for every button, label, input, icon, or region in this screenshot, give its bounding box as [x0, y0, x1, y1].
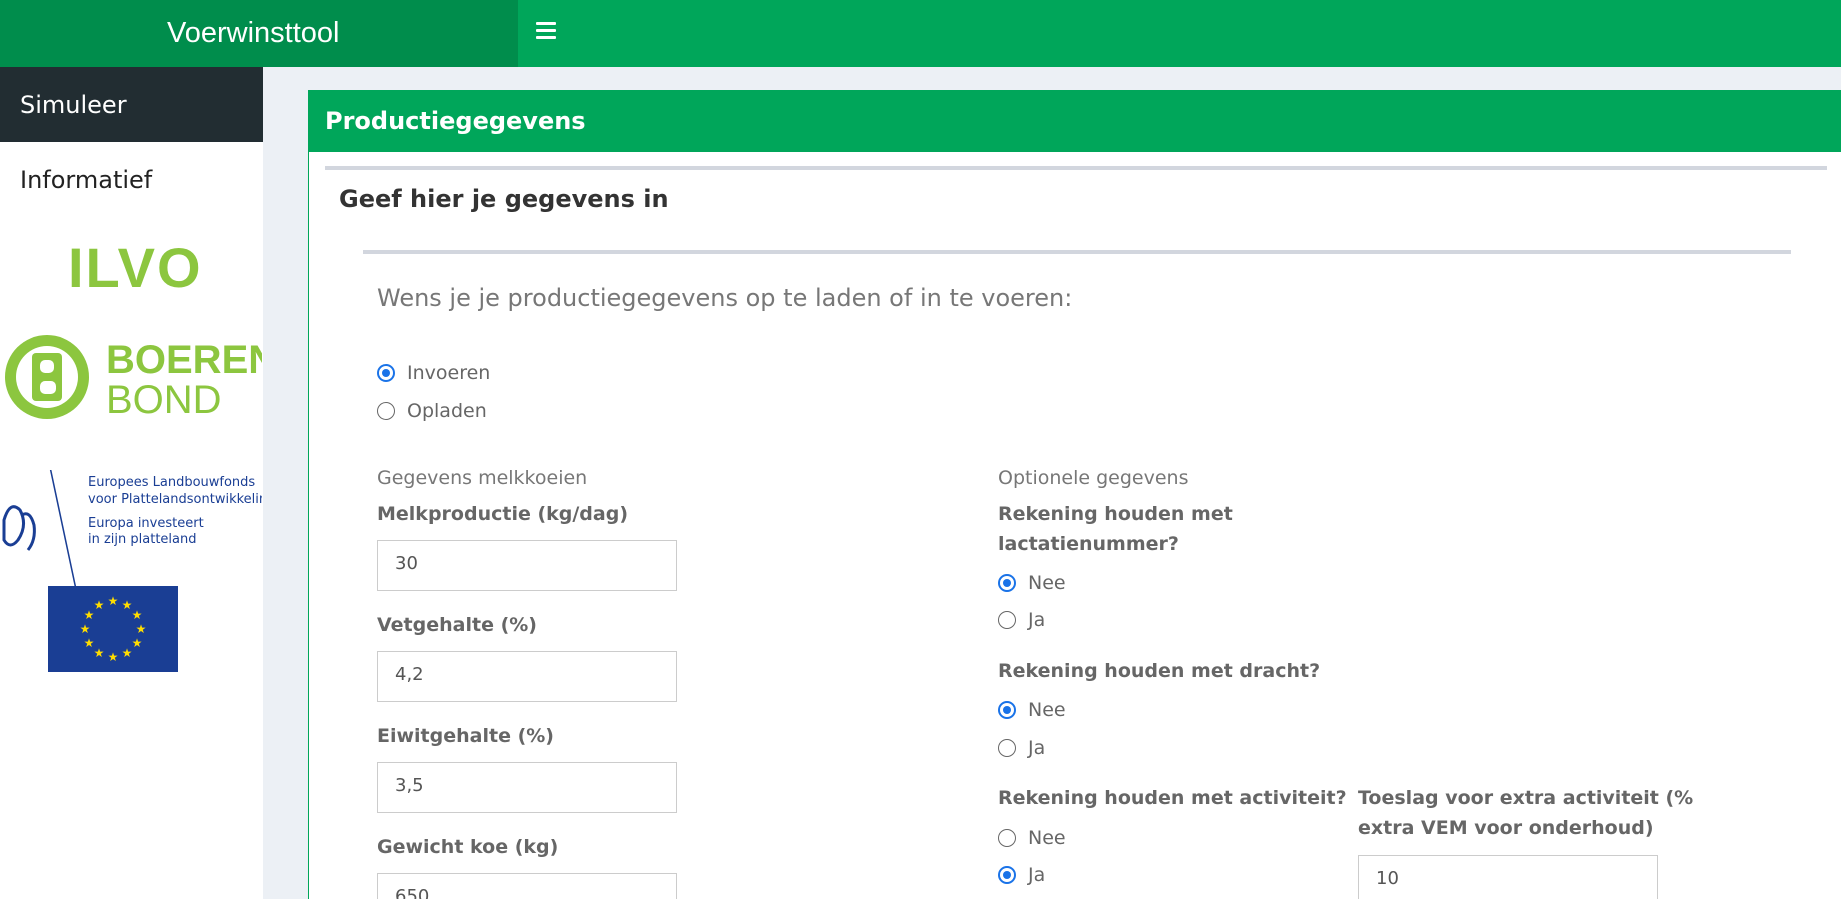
sidebar-item-simuleer[interactable]: Simuleer	[0, 67, 263, 142]
production-panel: Productiegegevens Geef hier je gegevens …	[308, 90, 1841, 899]
label-dracht: Rekening houden met dracht?	[998, 660, 1321, 682]
radio-label: Invoeren	[407, 362, 491, 384]
svg-text:★: ★	[108, 594, 119, 608]
radio-unchecked-icon[interactable]	[998, 611, 1016, 629]
section-optionele-gegevens: Optionele gegevens	[998, 467, 1189, 489]
label-eiwitgehalte: Eiwitgehalte (%)	[377, 725, 554, 747]
radio-dracht-nee[interactable]: Nee	[998, 699, 1066, 721]
radio-unchecked-icon[interactable]	[998, 829, 1016, 847]
app-title: Voerwinsttool	[0, 0, 518, 67]
svg-text:★: ★	[84, 636, 95, 650]
radio-lactatie-ja[interactable]: Ja	[998, 609, 1045, 631]
svg-text:★: ★	[132, 636, 143, 650]
section-gegevens-melkkoeien: Gegevens melkkoeien	[377, 467, 588, 489]
radio-label: Nee	[1028, 699, 1066, 721]
radio-checked-icon[interactable]	[377, 364, 395, 382]
radio-unchecked-icon[interactable]	[377, 402, 395, 420]
svg-text:★: ★	[136, 622, 147, 636]
label-toeslag-2: extra VEM voor onderhoud)	[1358, 817, 1654, 839]
radio-label: Nee	[1028, 827, 1066, 849]
radio-label: Ja	[1028, 609, 1046, 631]
panel-title: Productiegegevens	[309, 90, 1841, 152]
radio-checked-icon[interactable]	[998, 574, 1016, 592]
radio-activiteit-ja[interactable]: Ja	[998, 864, 1045, 886]
label-toeslag-1: Toeslag voor extra activiteit (%	[1358, 787, 1694, 809]
inner-box: Wens je je productiegegevens op te laden…	[363, 250, 1791, 899]
eu-text-line2: voor Plattelandsontwikkeling:	[88, 492, 262, 507]
svg-text:★: ★	[80, 622, 91, 636]
boerenbond-line1: BOEREN	[106, 338, 262, 382]
label-vetgehalte: Vetgehalte (%)	[377, 614, 537, 636]
radio-label: Nee	[1028, 572, 1066, 594]
eu-flag-icon: ★ ★★ ★★★ ★★★ ★★★	[48, 586, 178, 672]
input-mode-question: Wens je je productiegegevens op te laden…	[377, 284, 1073, 312]
boerenbond-logo: BOEREN BOND	[5, 335, 262, 422]
gewicht-koe-input[interactable]: 650	[377, 873, 677, 899]
radio-label: Ja	[1028, 737, 1046, 759]
eu-text-line3: Europa investeert	[88, 516, 204, 531]
radio-opladen[interactable]: Opladen	[377, 400, 487, 422]
top-navbar: Voerwinsttool	[0, 0, 1841, 67]
sidebar-item-informatief[interactable]: Informatief	[0, 142, 263, 217]
svg-text:★: ★	[108, 650, 119, 664]
ilvo-logo: ILVO	[68, 236, 203, 299]
radio-label: Opladen	[407, 400, 487, 422]
radio-invoeren[interactable]: Invoeren	[377, 362, 490, 384]
melkproductie-input[interactable]: 30	[377, 540, 677, 591]
label-activiteit: Rekening houden met activiteit?	[998, 787, 1347, 809]
eu-fund-logo: Europees Landbouwfonds voor Plattelandso…	[2, 470, 262, 590]
vetgehalte-input[interactable]: 4,2	[377, 651, 677, 702]
eiwitgehalte-input[interactable]: 3,5	[377, 762, 677, 813]
svg-text:★: ★	[94, 646, 105, 660]
label-lactatienummer-1: Rekening houden met	[998, 503, 1233, 525]
box-title: Geef hier je gegevens in	[339, 185, 669, 213]
svg-text:★: ★	[132, 608, 143, 622]
eu-text-line4: in zijn platteland	[88, 532, 197, 547]
radio-label: Ja	[1028, 864, 1046, 886]
toeslag-activiteit-input[interactable]: 10	[1358, 855, 1658, 899]
svg-text:★: ★	[94, 598, 105, 612]
radio-checked-icon[interactable]	[998, 866, 1016, 884]
eu-text-line1: Europees Landbouwfonds	[88, 475, 255, 490]
svg-text:★: ★	[122, 646, 133, 660]
label-melkproductie: Melkproductie (kg/dag)	[377, 503, 629, 525]
radio-unchecked-icon[interactable]	[998, 739, 1016, 757]
hamburger-menu-icon[interactable]	[536, 16, 564, 44]
radio-activiteit-nee[interactable]: Nee	[998, 827, 1066, 849]
radio-checked-icon[interactable]	[998, 701, 1016, 719]
input-box: Geef hier je gegevens in Wens je je prod…	[325, 166, 1827, 899]
label-lactatienummer-2: lactatienummer?	[998, 533, 1179, 555]
boerenbond-line2: BOND	[106, 378, 222, 422]
label-gewicht-koe: Gewicht koe (kg)	[377, 836, 559, 858]
radio-lactatie-nee[interactable]: Nee	[998, 572, 1066, 594]
radio-dracht-ja[interactable]: Ja	[998, 737, 1045, 759]
